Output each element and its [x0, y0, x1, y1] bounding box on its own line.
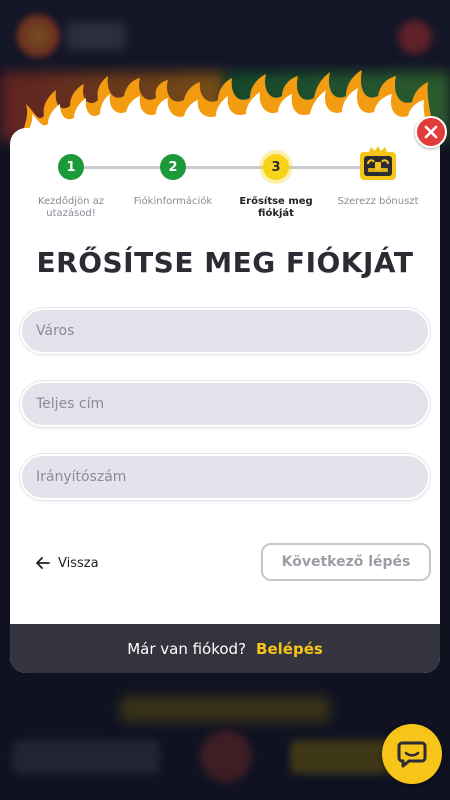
close-modal-button[interactable]	[415, 116, 447, 148]
back-button-label: Vissza	[58, 555, 99, 571]
treasure-chest-icon	[360, 146, 396, 180]
arrow-left-icon	[36, 557, 50, 569]
zip-code-input[interactable]	[20, 454, 430, 500]
registration-modal: 1 2 3 Kezdődjön az utazásod! Fiókinformá…	[10, 128, 440, 673]
city-input[interactable]	[20, 308, 430, 354]
registration-stepper: 1 2 3 Kezdődjön az utazásod! Fiókinformá…	[10, 146, 440, 230]
step-3-indicator: 3	[263, 154, 289, 180]
step-3-number: 3	[271, 159, 281, 175]
step-1-number: 1	[66, 159, 76, 175]
address-input[interactable]	[20, 381, 430, 427]
login-prompt-text: Már van fiókod?	[127, 639, 247, 658]
back-button[interactable]: Vissza	[36, 553, 99, 573]
step-connector-1	[71, 166, 173, 169]
close-icon	[424, 125, 438, 139]
step-connector-2	[173, 166, 276, 169]
step-3-label: Erősítse meg fiókját	[239, 196, 313, 219]
step-2-indicator: 2	[160, 154, 186, 180]
next-step-button[interactable]: Következő lépés	[261, 543, 431, 581]
chat-icon	[397, 741, 427, 768]
step-1-label: Kezdődjön az utazásod!	[37, 196, 105, 219]
step-2-number: 2	[168, 159, 178, 175]
step-1-indicator: 1	[58, 154, 84, 180]
live-chat-button[interactable]	[382, 724, 442, 784]
step-4-label: Szerezz bónuszt	[337, 196, 419, 207]
modal-title: ERŐSÍTSE MEG FIÓKJÁT	[36, 246, 414, 279]
next-step-button-label: Következő lépés	[281, 554, 411, 570]
login-link[interactable]: Belépés	[256, 640, 323, 658]
login-prompt-footer: Már van fiókod? Belépés	[10, 624, 440, 673]
step-2-label: Fiókinformációk	[133, 196, 213, 207]
